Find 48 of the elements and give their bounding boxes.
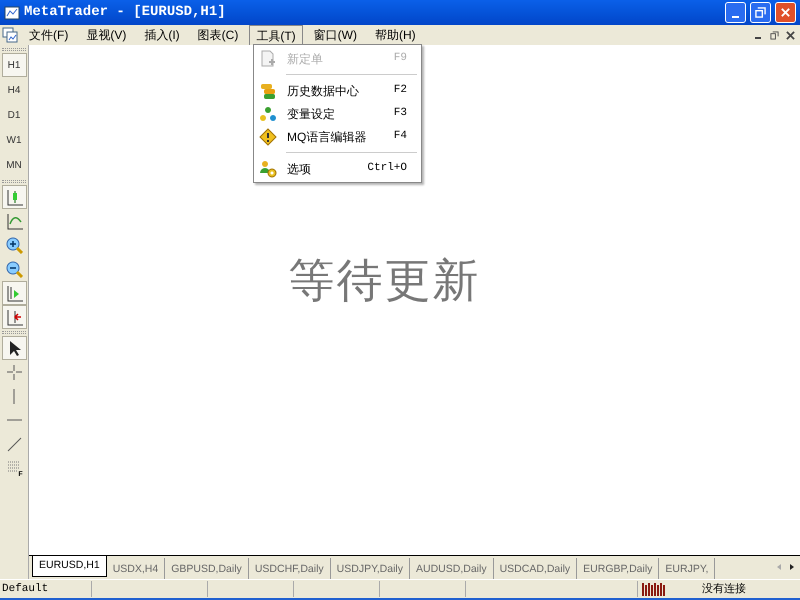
close-icon — [780, 7, 791, 18]
close-icon — [786, 30, 794, 40]
database-icon — [259, 82, 277, 100]
candlestick-chart-icon[interactable] — [2, 185, 26, 209]
dropdown-menu-item[interactable]: 变量设定 F3 — [254, 102, 421, 125]
timeframe-button[interactable]: H1 — [2, 53, 26, 77]
chart-tab[interactable]: USDCAD,Daily — [494, 558, 578, 579]
chart-tab[interactable]: USDJPY,Daily — [330, 558, 410, 579]
chart-tab[interactable]: AUDUSD,Daily — [410, 558, 494, 579]
timeframe-button[interactable]: W1 — [2, 128, 26, 152]
close-button[interactable] — [775, 2, 796, 23]
waiting-message: 等待更新 — [288, 252, 480, 308]
chart-tab[interactable]: USDX,H4 — [106, 558, 166, 579]
document-plus-icon — [259, 50, 277, 68]
chart-tab[interactable]: EURUSD,H1 — [32, 556, 107, 577]
chart-shift-icon[interactable] — [2, 281, 26, 305]
app-chart-icon — [4, 4, 20, 20]
cursor-icon[interactable] — [2, 336, 26, 360]
restore-icon — [770, 30, 778, 40]
chart-tab[interactable]: EURJPY, — [659, 558, 716, 579]
menu-item[interactable]: 图表(C) — [190, 25, 246, 45]
connection-bars-icon — [642, 582, 666, 596]
restore-icon — [755, 7, 766, 18]
autoscroll-icon[interactable] — [2, 305, 26, 329]
menu-item[interactable]: 显视(V) — [79, 25, 134, 45]
timeframe-button[interactable]: MN — [2, 153, 26, 177]
warning-icon — [259, 128, 277, 146]
document-chart-icon — [2, 27, 18, 43]
circles-icon — [259, 104, 277, 122]
chart-tab[interactable]: EURGBP,Daily — [577, 558, 660, 579]
profile-status: Default — [0, 580, 92, 598]
timeframe-button[interactable]: H4 — [2, 78, 26, 102]
users-gear-icon — [259, 160, 277, 178]
dropdown-menu-item[interactable]: 历史数据中心 F2 — [254, 79, 421, 102]
dropdown-menu-item[interactable]: 选项 Ctrl+O — [254, 157, 421, 180]
timeframe-button[interactable]: D1 — [2, 103, 26, 127]
chart-tab[interactable]: USDCHF,Daily — [248, 558, 331, 579]
menu-item[interactable]: 插入(I) — [137, 25, 187, 45]
menu-item[interactable]: 窗口(W) — [306, 25, 364, 45]
window-title: MetaTrader - [EURUSD,H1] — [24, 3, 226, 22]
menu-item[interactable]: 帮助(H) — [368, 25, 423, 45]
chart-tab[interactable]: GBPUSD,Daily — [165, 558, 249, 579]
restore-button[interactable] — [750, 2, 771, 23]
minimize-button[interactable] — [725, 2, 746, 23]
connection-status: 没有连接 — [702, 582, 746, 597]
dropdown-menu-item[interactable]: MQ语言编辑器 F4 — [254, 125, 421, 148]
menu-item[interactable]: 工具(T) — [249, 25, 303, 45]
menu-item[interactable]: 文件(F) — [22, 25, 76, 45]
